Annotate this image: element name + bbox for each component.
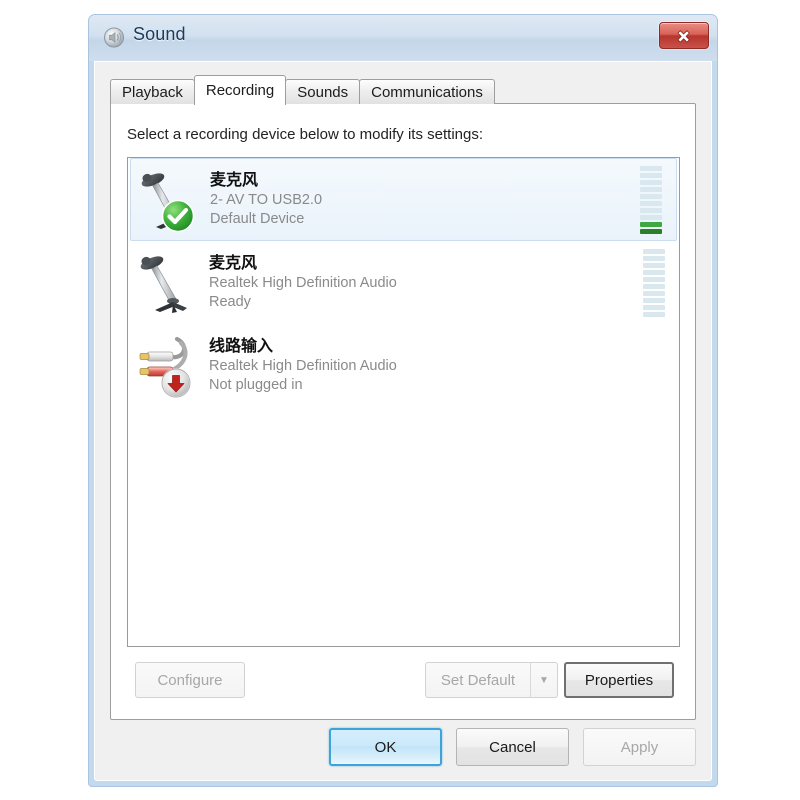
properties-button-label: Properties	[584, 671, 654, 689]
device-status: Not plugged in	[209, 377, 303, 394]
device-name: 线路输入	[209, 335, 274, 355]
ok-button-label: OK	[374, 738, 397, 756]
tab-playback-label: Playback	[122, 83, 183, 101]
recording-device-list[interactable]: 麦克风 2- AV TO USB2.0 Default Device 麦克风 R…	[127, 157, 680, 647]
volume-level-meter	[643, 248, 665, 317]
meter-segment	[640, 165, 662, 171]
chevron-down-icon: ▼	[539, 674, 549, 686]
close-button[interactable]	[659, 22, 709, 49]
configure-button-label: Configure	[157, 671, 223, 689]
tab-playback[interactable]: Playback	[110, 79, 195, 104]
device-driver: 2- AV TO USB2.0	[210, 191, 323, 208]
title-bar: Sound	[89, 15, 717, 61]
cancel-button[interactable]: Cancel	[456, 728, 569, 766]
meter-segment	[643, 311, 665, 317]
device-driver: Realtek High Definition Audio	[209, 357, 397, 374]
set-default-button-label: Set Default	[440, 671, 516, 689]
tab-sounds[interactable]: Sounds	[285, 79, 361, 104]
device-action-buttons: Configure Set Default ▼ Properties	[127, 662, 680, 698]
recording-tab-panel: Select a recording device below to modif…	[110, 103, 696, 720]
meter-segment	[643, 290, 665, 296]
sound-speaker-icon	[103, 26, 126, 49]
meter-segment	[643, 255, 665, 261]
apply-button[interactable]: Apply	[583, 728, 696, 766]
meter-segment	[640, 172, 662, 178]
meter-segment	[640, 193, 662, 199]
close-icon	[677, 30, 690, 43]
meter-segment	[643, 276, 665, 282]
desk-microphone-icon	[136, 167, 198, 233]
device-driver: Realtek High Definition Audio	[209, 274, 397, 291]
tab-sounds-label: Sounds	[297, 83, 349, 101]
window-title: Sound	[133, 24, 186, 44]
desk-microphone-icon	[135, 250, 197, 316]
apply-button-label: Apply	[620, 738, 659, 756]
meter-segment-lit	[640, 228, 662, 234]
device-name: 麦克风	[209, 252, 258, 272]
meter-segment	[643, 262, 665, 268]
cancel-button-label: Cancel	[489, 738, 536, 756]
red-down-arrow-badge	[160, 367, 192, 404]
rca-cable-icon	[135, 333, 197, 399]
device-status: Default Device	[210, 211, 305, 228]
meter-segment	[643, 269, 665, 275]
device-list-item[interactable]: 麦克风 Realtek High Definition Audio Ready	[128, 241, 679, 324]
meter-segment	[643, 304, 665, 310]
device-status: Ready	[209, 294, 251, 311]
device-list-item[interactable]: 麦克风 2- AV TO USB2.0 Default Device	[130, 158, 677, 241]
sound-dialog-window: Sound Playback Recording Sounds Communic…	[88, 14, 718, 787]
dialog-action-buttons: OK Cancel Apply	[329, 728, 696, 766]
ok-button[interactable]: OK	[329, 728, 442, 766]
meter-segment-lit	[640, 221, 662, 227]
device-text-block: 麦克风 2- AV TO USB2.0 Default Device	[210, 169, 322, 230]
tab-strip: Playback Recording Sounds Communications	[110, 75, 495, 105]
meter-segment	[640, 179, 662, 185]
tab-recording-label: Recording	[205, 82, 275, 99]
device-text-block: 麦克风 Realtek High Definition Audio Ready	[209, 252, 397, 313]
green-check-badge	[161, 199, 195, 238]
instruction-text: Select a recording device below to modif…	[127, 126, 484, 143]
volume-level-meter	[640, 165, 662, 234]
tab-recording[interactable]: Recording	[193, 75, 287, 105]
set-default-split-button: Set Default ▼	[425, 662, 558, 698]
device-name: 麦克风	[210, 169, 259, 189]
meter-segment	[640, 207, 662, 213]
properties-button[interactable]: Properties	[564, 662, 674, 698]
dialog-body: Playback Recording Sounds Communications…	[94, 61, 712, 781]
meter-segment	[643, 297, 665, 303]
configure-button[interactable]: Configure	[135, 662, 245, 698]
device-text-block: 线路输入 Realtek High Definition Audio Not p…	[209, 335, 397, 396]
set-default-button[interactable]: Set Default	[425, 662, 530, 698]
meter-segment	[640, 186, 662, 192]
device-list-item[interactable]: 线路输入 Realtek High Definition Audio Not p…	[128, 324, 679, 407]
meter-segment	[640, 200, 662, 206]
tab-communications[interactable]: Communications	[359, 79, 495, 104]
meter-segment	[640, 214, 662, 220]
set-default-dropdown-arrow[interactable]: ▼	[530, 662, 558, 698]
tab-communications-label: Communications	[371, 83, 483, 101]
meter-segment	[643, 248, 665, 254]
meter-segment	[643, 283, 665, 289]
